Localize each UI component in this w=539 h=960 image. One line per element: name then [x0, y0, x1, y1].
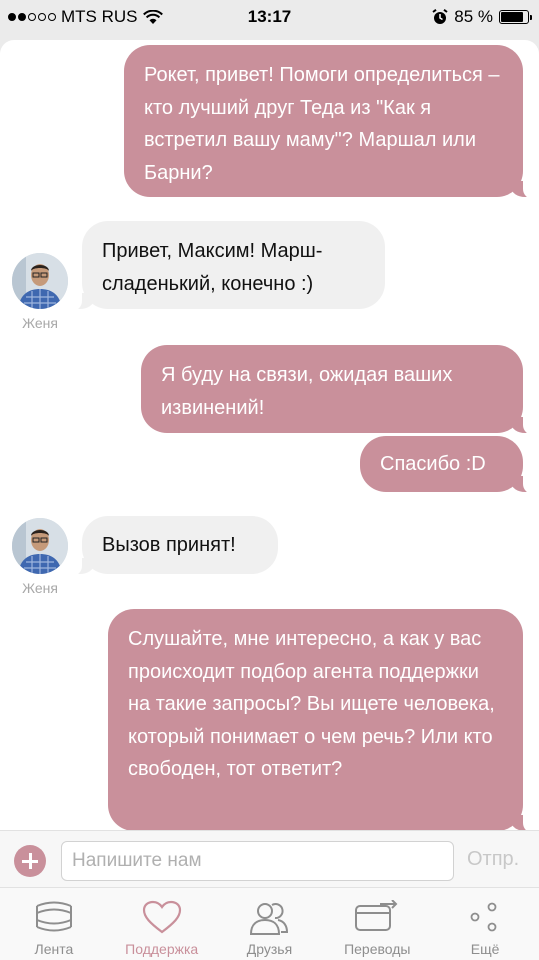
tab-support[interactable]: Поддержка	[108, 888, 216, 960]
message-input[interactable]	[61, 841, 454, 881]
feed-stack-icon	[35, 901, 72, 932]
outgoing-message: Слушайте, мне интересно, а как у вас про…	[108, 609, 537, 830]
sender-name: Женя	[22, 315, 58, 331]
message-text: Рокет, привет! Помоги определиться – кто…	[144, 64, 500, 184]
friends-icon	[250, 903, 289, 935]
message-text: Спасибо :D	[380, 453, 486, 475]
wifi-icon	[142, 9, 163, 24]
avatar-photo	[12, 253, 68, 309]
message-text: Слушайте, мне интересно, а как у вас про…	[128, 628, 495, 780]
tab-label: Ещё	[470, 941, 500, 957]
battery-level	[501, 12, 524, 22]
message-text: Привет, Максим! Марш- сладенький, конечн…	[102, 240, 323, 295]
carrier-name: MTS RUS	[61, 7, 138, 26]
avatar[interactable]	[12, 253, 68, 309]
outgoing-message: Спасибо :D	[360, 436, 537, 494]
message-text: Я буду на связи, ожидая ваших извинений!	[161, 364, 453, 419]
chat-thread[interactable]: Рокет, привет! Помоги определиться – кто…	[0, 40, 539, 830]
tab-friends[interactable]: Друзья	[216, 888, 324, 960]
alarm-clock-icon	[432, 9, 448, 24]
heart-icon	[142, 900, 181, 934]
tab-transfers[interactable]: Переводы	[323, 888, 431, 960]
tab-bar: Лента Поддержка Друзья Переводы Ещё	[0, 888, 539, 960]
message-composer: Отпр.	[0, 830, 539, 888]
tab-more[interactable]: Ещё	[431, 888, 539, 960]
status-bar-left: MTS RUS	[8, 7, 163, 27]
tab-feed[interactable]: Лента	[0, 888, 108, 960]
outgoing-message: Рокет, привет! Помоги определиться – кто…	[124, 45, 537, 199]
battery-percent: 85 %	[454, 7, 493, 26]
tab-label: Переводы	[344, 941, 411, 957]
message-text: Вызов принят!	[102, 534, 236, 556]
incoming-message: Привет, Максим! Марш- сладенький, конечн…	[68, 221, 385, 311]
status-bar: MTS RUS 13:17 85 %	[0, 0, 539, 34]
send-button[interactable]: Отпр.	[467, 848, 519, 871]
signal-strength-icon	[8, 13, 56, 21]
sender-name: Женя	[22, 580, 58, 596]
transfer-card-icon	[355, 900, 398, 931]
tab-label: Поддержка	[125, 941, 199, 957]
outgoing-message: Я буду на связи, ожидая ваших извинений!	[141, 345, 537, 435]
plus-circle-icon[interactable]	[14, 845, 46, 877]
status-bar-right: 85 %	[432, 7, 532, 27]
tab-label: Друзья	[246, 941, 293, 957]
tab-label: Лента	[34, 941, 74, 957]
battery-icon	[499, 10, 532, 24]
avatar[interactable]	[12, 518, 68, 574]
avatar-photo	[12, 518, 68, 574]
incoming-message: Вызов принят!	[68, 516, 278, 576]
more-dots-icon	[470, 902, 497, 932]
